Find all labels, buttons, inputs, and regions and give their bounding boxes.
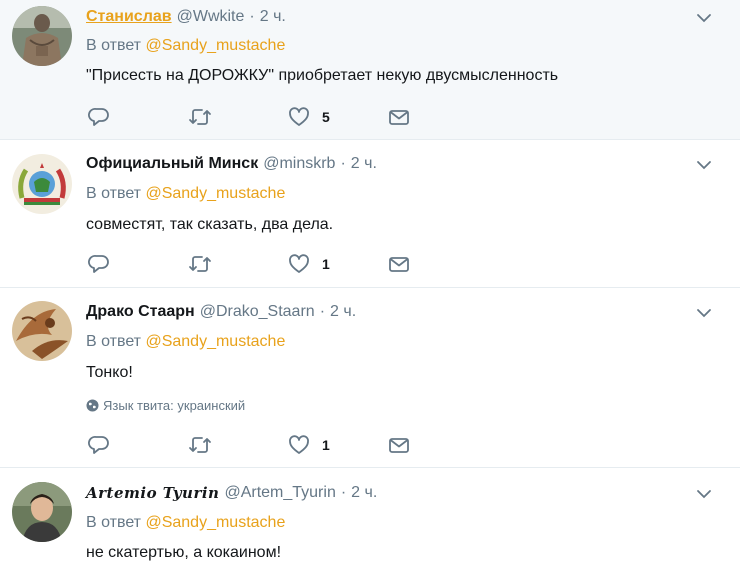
separator: ·: [340, 155, 346, 172]
author-name[interactable]: Драко Стаарн: [86, 303, 195, 321]
timestamp[interactable]: 2 ч.: [260, 8, 286, 26]
tweet[interactable]: Artemio Tyurin @Artem_Tyurin · 2 ч. В от…: [0, 468, 740, 575]
reply-button[interactable]: [88, 105, 110, 129]
tweet-header: Artemio Tyurin @Artem_Tyurin · 2 ч.: [86, 482, 377, 504]
message-icon: [389, 110, 409, 125]
mention-link[interactable]: @Sandy_mustache: [145, 185, 285, 202]
caret-down-icon[interactable]: [696, 486, 712, 502]
caret-down-icon[interactable]: [696, 157, 712, 173]
retweet-button[interactable]: [188, 252, 212, 276]
author-name[interactable]: Artemio Tyurin: [86, 484, 219, 502]
like-count: 5: [322, 109, 330, 125]
like-icon: [289, 254, 309, 273]
reply-prefix: В ответ: [86, 514, 142, 531]
avatar[interactable]: [12, 482, 72, 542]
tweet[interactable]: Официальный Минск @minskrb · 2 ч. В отве…: [0, 140, 740, 288]
tweet[interactable]: Станислав @Wwkite · 2 ч. В ответ @Sandy_…: [0, 0, 740, 140]
like-icon: [289, 435, 309, 454]
retweet-button[interactable]: [188, 105, 212, 129]
tweet-header: Официальный Минск @minskrb · 2 ч.: [86, 153, 377, 175]
reply-context: В ответ @Sandy_mustache: [86, 333, 285, 351]
reply-icon: [88, 436, 109, 454]
mention-link[interactable]: @Sandy_mustache: [145, 514, 285, 531]
like-button[interactable]: 1: [288, 433, 330, 457]
tweet-text: не скатертью, а кокаином!: [86, 544, 282, 561]
tweet-text: совместят, так сказать, два дела.: [86, 216, 334, 233]
avatar[interactable]: [12, 301, 72, 361]
reply-icon: [88, 108, 109, 126]
author-handle[interactable]: @Artem_Tyurin: [224, 484, 335, 502]
like-count: 1: [322, 437, 330, 453]
retweet-icon: [189, 109, 211, 125]
tweet-actions: 5: [88, 105, 418, 129]
mention-link[interactable]: @Sandy_mustache: [145, 333, 285, 350]
tweet-actions: 1: [88, 433, 418, 457]
mention-link[interactable]: @Sandy_mustache: [145, 37, 285, 54]
tweet-language-label: Язык твита: украинский: [103, 398, 246, 413]
reply-context: В ответ @Sandy_mustache: [86, 185, 285, 203]
reply-context: В ответ @Sandy_mustache: [86, 37, 285, 55]
caret-down-icon[interactable]: [696, 10, 712, 26]
reply-context: В ответ @Sandy_mustache: [86, 514, 285, 532]
retweet-icon: [189, 437, 211, 453]
retweet-icon: [189, 256, 211, 272]
message-icon: [389, 438, 409, 453]
timestamp[interactable]: 2 ч.: [330, 303, 356, 321]
author-handle[interactable]: @Drako_Staarn: [200, 303, 315, 321]
direct-message-button[interactable]: [388, 252, 410, 276]
separator: ·: [319, 303, 326, 320]
like-button[interactable]: 1: [288, 252, 330, 276]
reply-prefix: В ответ: [86, 37, 142, 54]
reply-button[interactable]: [88, 433, 110, 457]
retweet-button[interactable]: [188, 433, 212, 457]
tweet-language[interactable]: Язык твита: украинский: [86, 398, 245, 413]
author-name[interactable]: Официальный Минск: [86, 155, 258, 173]
reply-icon: [88, 255, 109, 273]
reply-button[interactable]: [88, 252, 110, 276]
separator: ·: [249, 8, 255, 25]
reply-prefix: В ответ: [86, 185, 142, 202]
tweet-text: "Присесть на ДОРОЖКУ" приобретает некую …: [86, 67, 559, 84]
timestamp[interactable]: 2 ч.: [351, 484, 377, 502]
avatar[interactable]: [12, 154, 72, 214]
tweet-actions: 1: [88, 252, 418, 276]
tweet[interactable]: Драко Стаарн @Drako_Staarn · 2 ч. В отве…: [0, 288, 740, 468]
author-name[interactable]: Станислав: [86, 8, 172, 26]
globe-icon: [86, 399, 99, 412]
like-count: 1: [322, 256, 330, 272]
caret-down-icon[interactable]: [696, 305, 712, 321]
author-handle[interactable]: @Wwkite: [177, 8, 245, 26]
timestamp[interactable]: 2 ч.: [351, 155, 377, 173]
author-handle[interactable]: @minskrb: [263, 155, 335, 173]
like-button[interactable]: 5: [288, 105, 330, 129]
like-icon: [289, 107, 309, 126]
direct-message-button[interactable]: [388, 105, 410, 129]
tweet-text: Тонко!: [86, 364, 133, 381]
avatar[interactable]: [12, 6, 72, 66]
tweet-header: Драко Стаарн @Drako_Staarn · 2 ч.: [86, 301, 356, 323]
separator: ·: [340, 484, 347, 501]
reply-prefix: В ответ: [86, 333, 142, 350]
tweet-header: Станислав @Wwkite · 2 ч.: [86, 6, 286, 28]
message-icon: [389, 257, 409, 272]
direct-message-button[interactable]: [388, 433, 410, 457]
